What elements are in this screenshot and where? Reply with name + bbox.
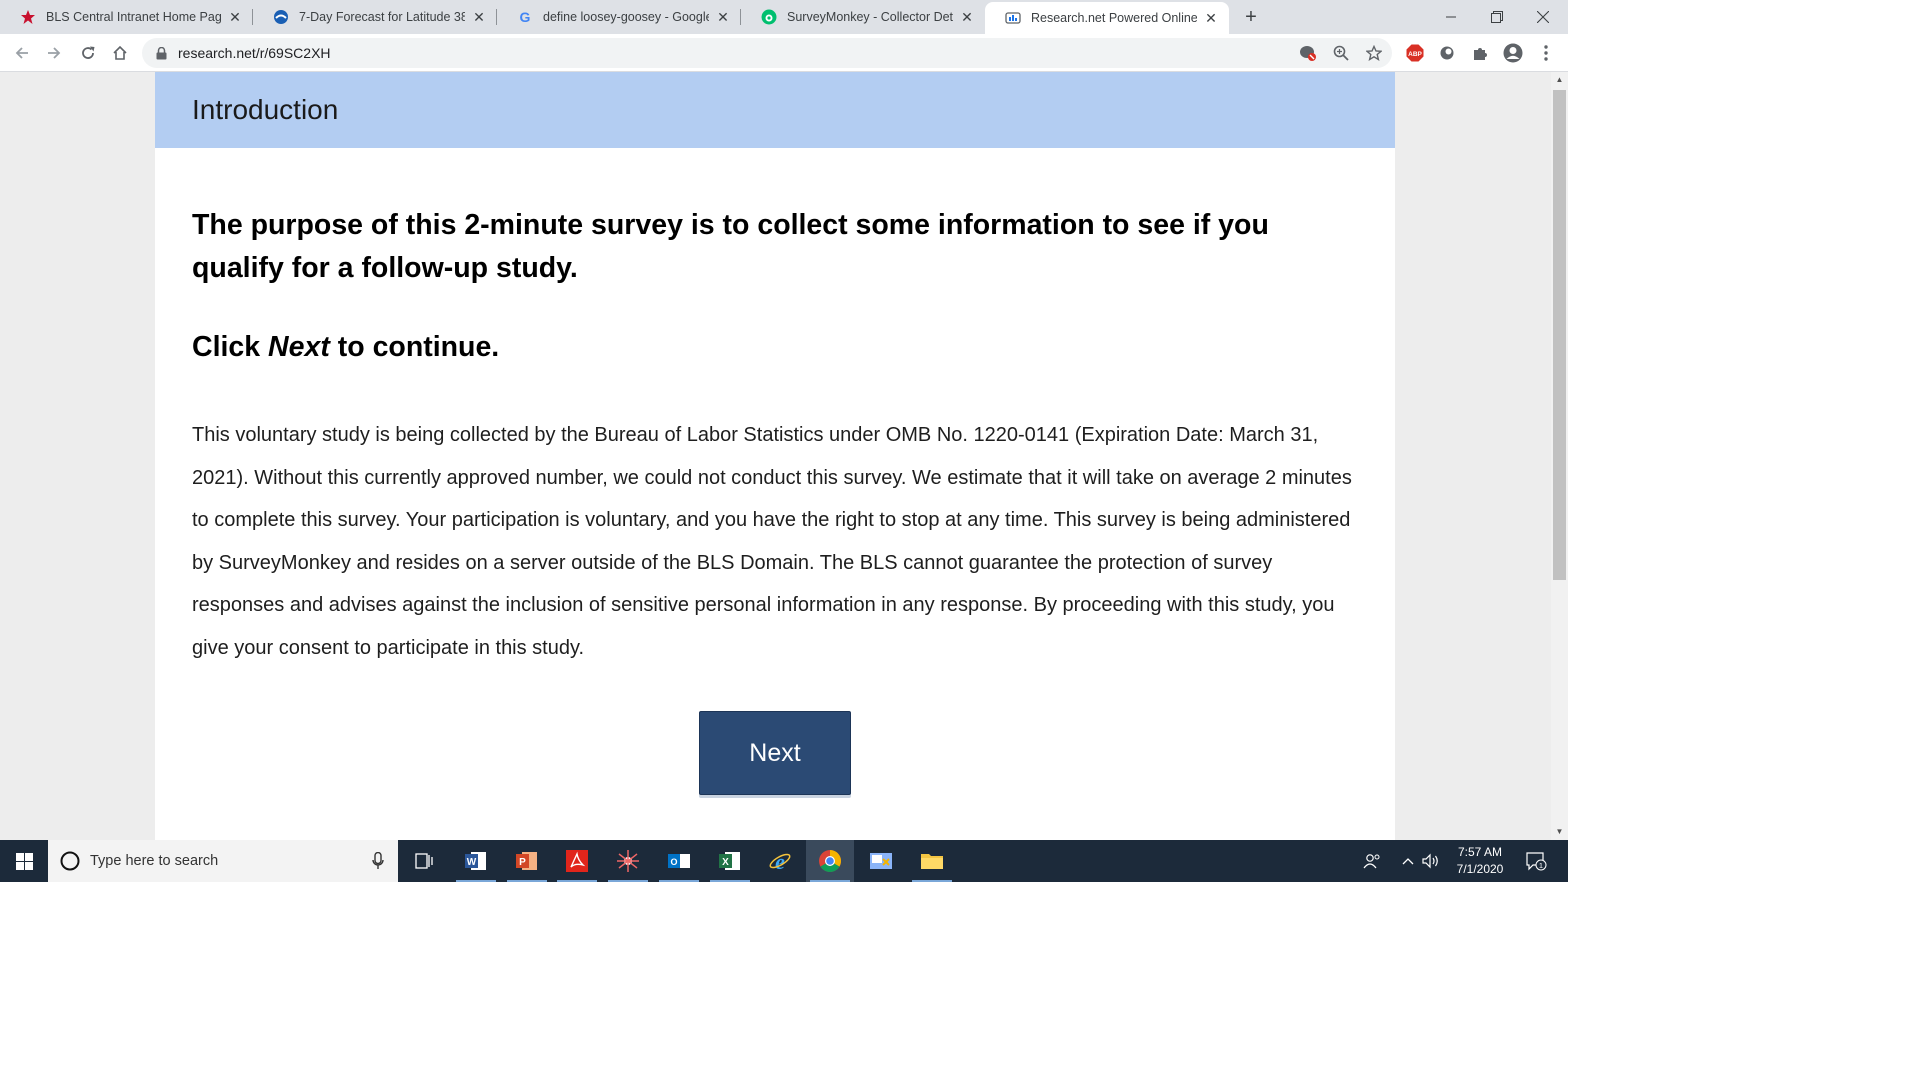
close-tab-icon[interactable]: ✕ (227, 9, 243, 25)
tab-surveymonkey[interactable]: SurveyMonkey - Collector Details ✕ (741, 0, 985, 34)
extensions-puzzle-icon[interactable] (1468, 41, 1492, 65)
action-center-icon[interactable]: 1 (1522, 840, 1550, 882)
tab-research-net[interactable]: Research.net Powered Online Sur ✕ (985, 2, 1229, 34)
survey-content: The purpose of this 2-minute survey is t… (155, 148, 1395, 795)
svg-text:ABP: ABP (1408, 51, 1422, 58)
tab-forecast[interactable]: 7-Day Forecast for Latitude 38.89 ✕ (253, 0, 497, 34)
section-title: Introduction (192, 94, 339, 125)
lock-icon[interactable] (154, 46, 168, 60)
tab-title: define loosey-goosey - Google S (543, 10, 709, 24)
cta-emphasis: Next (268, 331, 330, 363)
windows-start-icon[interactable] (0, 840, 48, 882)
new-tab-icon[interactable]: + (1240, 6, 1262, 28)
tab-title: 7-Day Forecast for Latitude 38.89 (299, 10, 465, 24)
close-window-icon[interactable] (1520, 0, 1566, 34)
home-icon[interactable] (106, 39, 134, 67)
chrome-icon[interactable] (806, 840, 854, 882)
next-button[interactable]: Next (699, 711, 851, 795)
windows-taskbar: Type here to search W P O X e 7:57 AM 7/… (0, 840, 1568, 882)
acrobat-icon[interactable] (553, 840, 601, 882)
forward-icon[interactable] (40, 39, 68, 67)
clock-date: 7/1/2020 (1456, 862, 1504, 876)
svg-text:W: W (467, 857, 477, 868)
tab-title: Research.net Powered Online Sur (1031, 11, 1197, 25)
page-viewport: Introduction The purpose of this 2-minut… (0, 72, 1551, 840)
svg-text:P: P (519, 857, 526, 868)
bls-star-icon (20, 9, 36, 25)
tab-title: BLS Central Intranet Home Page (46, 10, 221, 24)
chrome-menu-icon[interactable] (1534, 41, 1558, 65)
survey-purpose-text: The purpose of this 2-minute survey is t… (192, 209, 1269, 284)
taskbar-search-box[interactable]: Type here to search (48, 840, 398, 882)
scroll-down-icon[interactable]: ▼ (1551, 824, 1568, 840)
search-placeholder[interactable]: Type here to search (90, 853, 368, 869)
close-tab-icon[interactable]: ✕ (715, 9, 731, 25)
research-net-icon (1005, 10, 1021, 26)
scrollbar-thumb[interactable] (1553, 90, 1566, 580)
button-row: Next (192, 711, 1358, 795)
close-tab-icon[interactable]: ✕ (959, 9, 975, 25)
close-tab-icon[interactable]: ✕ (1203, 10, 1219, 26)
blocked-cookies-icon[interactable] (1296, 41, 1320, 65)
volume-icon[interactable] (1420, 840, 1442, 882)
tab-strip: BLS Central Intranet Home Page ✕ 7-Day F… (0, 0, 1568, 34)
restore-icon[interactable] (1474, 0, 1520, 34)
svg-text:X: X (722, 857, 729, 868)
back-icon[interactable] (8, 39, 36, 67)
task-view-icon[interactable] (400, 840, 448, 882)
tab-google-search[interactable]: G define loosey-goosey - Google S ✕ (497, 0, 741, 34)
tab-bls-intranet[interactable]: BLS Central Intranet Home Page ✕ (0, 0, 253, 34)
minimize-icon[interactable] (1428, 0, 1474, 34)
microphone-icon[interactable] (368, 851, 388, 871)
profile-avatar-icon[interactable] (1501, 41, 1525, 65)
word-icon[interactable]: W (452, 840, 500, 882)
reload-icon[interactable] (74, 39, 102, 67)
mail-app-icon[interactable] (857, 840, 905, 882)
show-hidden-icons-icon[interactable] (1398, 840, 1418, 882)
spider-icon[interactable] (604, 840, 652, 882)
google-icon: G (519, 9, 531, 25)
noaa-icon (273, 9, 289, 25)
url-text[interactable]: research.net/r/69SC2XH (178, 45, 331, 61)
internet-explorer-icon[interactable]: e (756, 840, 804, 882)
system-clock[interactable]: 7:57 AM 7/1/2020 (1440, 844, 1520, 878)
extension-circle-icon[interactable] (1435, 41, 1459, 65)
clock-time: 7:57 AM (1457, 845, 1503, 859)
address-bar[interactable]: research.net/r/69SC2XH (142, 38, 1392, 68)
svg-text:e: e (775, 849, 785, 873)
scroll-up-icon[interactable]: ▲ (1551, 72, 1568, 88)
svg-text:1: 1 (1539, 861, 1543, 870)
zoom-icon[interactable] (1329, 41, 1353, 65)
excel-icon[interactable]: X (706, 840, 754, 882)
adblock-plus-icon[interactable]: ABP (1403, 41, 1427, 65)
survey-container: Introduction The purpose of this 2-minut… (155, 72, 1395, 840)
browser-toolbar: research.net/r/69SC2XH ABP (0, 34, 1568, 72)
cta-before: Click (192, 331, 269, 363)
page-scrollbar[interactable]: ▲ ▼ (1551, 72, 1568, 840)
cta-after: to continue. (329, 331, 500, 363)
surveymonkey-icon (761, 9, 777, 25)
outlook-icon[interactable]: O (655, 840, 703, 882)
cortana-circle-icon (60, 851, 80, 871)
survey-section-header: Introduction (155, 72, 1395, 148)
close-tab-icon[interactable]: ✕ (471, 9, 487, 25)
continue-instruction: Click Next to continue. (192, 331, 1358, 364)
file-explorer-icon[interactable] (908, 840, 956, 882)
people-icon[interactable] (1360, 840, 1384, 882)
tab-title: SurveyMonkey - Collector Details (787, 10, 953, 24)
omb-disclosure-text: This voluntary study is being collected … (192, 424, 1352, 659)
bookmark-star-icon[interactable] (1362, 41, 1386, 65)
powerpoint-icon[interactable]: P (503, 840, 551, 882)
svg-text:O: O (670, 857, 677, 867)
